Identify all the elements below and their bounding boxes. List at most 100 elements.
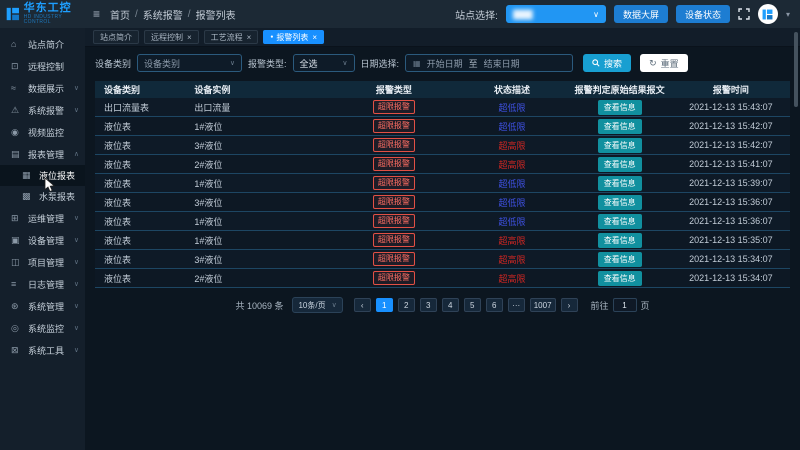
page-size-select[interactable]: 10条/页 ∨	[292, 297, 342, 313]
user-avatar[interactable]	[758, 4, 778, 24]
site-select-value: ████	[513, 10, 532, 19]
fullscreen-icon[interactable]	[738, 8, 750, 20]
goto-page-input[interactable]	[613, 298, 637, 312]
page-button-5[interactable]: 5	[464, 298, 481, 312]
close-icon[interactable]: ×	[247, 33, 252, 42]
tab-site-intro[interactable]: 站点简介	[93, 30, 139, 44]
level-report-icon: ▦	[22, 170, 35, 181]
top-bar: 华东工控 HD INDUSTRY CONTROL ≡ 首页 / 系统报警 / 报…	[0, 0, 800, 28]
active-dot-icon: ●	[270, 35, 273, 40]
sidebar-item-ops-mgmt[interactable]: ⊞ 运维管理 ∨	[0, 207, 85, 229]
device-category-select[interactable]: 设备类别 ∨	[137, 54, 242, 72]
cell-time: 2021-12-13 15:36:07	[672, 197, 790, 207]
cell-instance: 1#液位	[185, 234, 331, 247]
user-menu-caret-icon[interactable]: ▾	[786, 10, 790, 19]
breadcrumb-home[interactable]: 首页	[110, 7, 130, 22]
ellipsis-button[interactable]: ···	[508, 298, 525, 312]
status-text: 超高限	[456, 158, 567, 171]
chevron-down-icon: ∨	[593, 10, 599, 19]
table-row: 出口流量表 出口流量 超限报警 超低限 查看信息 2021-12-13 15:4…	[95, 98, 790, 117]
view-info-button[interactable]: 查看信息	[598, 157, 642, 172]
alarm-type-badge: 超限报警	[373, 138, 415, 152]
sidebar-item-label: 视频监控	[28, 126, 64, 139]
view-info-button[interactable]: 查看信息	[598, 271, 642, 286]
alarm-type-badge: 超限报警	[373, 195, 415, 209]
close-icon[interactable]: ×	[312, 33, 317, 42]
tab-remote-control[interactable]: 远程控制 ×	[144, 30, 199, 44]
filter-bar: 设备类别 设备类别 ∨ 报警类型: 全选 ∨ 日期选择: ▦ 开始日期 至 结束…	[95, 54, 790, 72]
sidebar-item-site-intro[interactable]: ⌂ 站点简介	[0, 33, 85, 55]
sidebar-item-label: 数据展示	[28, 82, 64, 95]
col-status-desc: 状态描述	[456, 83, 567, 96]
site-select-dropdown[interactable]: ████ ∨	[506, 5, 606, 23]
last-page-button[interactable]: 1007	[530, 298, 556, 312]
tab-process-flow[interactable]: 工艺流程 ×	[204, 30, 259, 44]
sidebar-item-remote-control[interactable]: ⊡ 远程控制	[0, 55, 85, 77]
sidebar-item-label: 系统管理	[28, 300, 64, 313]
view-info-button[interactable]: 查看信息	[598, 214, 642, 229]
sidebar-item-system-mgmt[interactable]: ⊛ 系统管理 ∨	[0, 295, 85, 317]
page-button-2[interactable]: 2	[398, 298, 415, 312]
view-info-button[interactable]: 查看信息	[598, 252, 642, 267]
search-button[interactable]: 搜索	[583, 54, 631, 72]
alarm-type-badge: 超限报警	[373, 119, 415, 133]
sidebar-item-data-display[interactable]: ≈ 数据展示 ∨	[0, 77, 85, 99]
cell-category: 液位表	[95, 215, 185, 228]
tools-icon: ⊠	[11, 345, 24, 356]
next-page-button[interactable]: ›	[561, 298, 578, 312]
reset-button[interactable]: ↻ 重置	[640, 54, 688, 72]
cell-time: 2021-12-13 15:39:07	[672, 178, 790, 188]
view-info-button[interactable]: 查看信息	[598, 100, 642, 115]
avatar-logo-icon	[762, 9, 773, 20]
sidebar-item-video-monitor[interactable]: ◉ 视频监控	[0, 121, 85, 143]
big-screen-button[interactable]: 数据大屏	[614, 5, 668, 23]
cell-category: 液位表	[95, 120, 185, 133]
status-text: 超低限	[456, 101, 567, 114]
pagination: 共 10069 条 10条/页 ∨ ‹ 1 2 3 4 5 6 ··· 1007…	[95, 297, 790, 313]
chevron-down-icon: ∨	[74, 214, 79, 222]
chevron-down-icon: ∨	[334, 59, 347, 67]
device-status-button[interactable]: 设备状态	[676, 5, 730, 23]
view-info-button[interactable]: 查看信息	[598, 233, 642, 248]
date-range-input[interactable]: ▦ 开始日期 至 结束日期	[405, 54, 573, 72]
sidebar-item-project-mgmt[interactable]: ◫ 项目管理 ∨	[0, 251, 85, 273]
chevron-down-icon: ∨	[222, 59, 235, 67]
device-category-value: 设备类别	[144, 57, 180, 70]
sidebar-item-label: 站点简介	[28, 38, 64, 51]
table-row: 液位表 1#液位 超限报警 超高限 查看信息 2021-12-13 15:35:…	[95, 231, 790, 250]
col-raw-message: 报警判定原始结果报文	[568, 83, 672, 96]
table-row: 液位表 3#液位 超限报警 超高限 查看信息 2021-12-13 15:42:…	[95, 136, 790, 155]
sidebar-item-label: 液位报表	[39, 169, 75, 182]
vertical-scrollbar-thumb[interactable]	[794, 32, 798, 107]
alarm-type-badge: 超限报警	[373, 100, 415, 114]
sidebar-item-log-mgmt[interactable]: ≡ 日志管理 ∨	[0, 273, 85, 295]
sidebar-collapse-icon[interactable]: ≡	[93, 7, 100, 21]
sidebar-item-level-report[interactable]: ▦ 液位报表	[0, 165, 85, 186]
report-icon: ▤	[11, 149, 24, 160]
sidebar-item-pump-report[interactable]: ▩ 水泵报表	[0, 186, 85, 207]
view-info-button[interactable]: 查看信息	[598, 119, 642, 134]
prev-page-button[interactable]: ‹	[354, 298, 371, 312]
page-button-4[interactable]: 4	[442, 298, 459, 312]
sidebar-item-device-mgmt[interactable]: ▣ 设备管理 ∨	[0, 229, 85, 251]
sidebar-item-system-monitor[interactable]: ◎ 系统监控 ∨	[0, 317, 85, 339]
page-button-1[interactable]: 1	[376, 298, 393, 312]
status-text: 超高限	[456, 253, 567, 266]
sidebar-item-system-alarm[interactable]: ⚠ 系统报警 ∨	[0, 99, 85, 121]
view-info-button[interactable]: 查看信息	[598, 176, 642, 191]
page-button-3[interactable]: 3	[420, 298, 437, 312]
page-button-6[interactable]: 6	[486, 298, 503, 312]
alarm-type-label: 报警类型:	[248, 57, 287, 70]
chevron-down-icon: ∨	[332, 301, 337, 309]
view-info-button[interactable]: 查看信息	[598, 138, 642, 153]
breadcrumb-system-alarm[interactable]: 系统报警	[143, 7, 183, 22]
chevron-down-icon: ∨	[74, 106, 79, 114]
close-icon[interactable]: ×	[187, 33, 192, 42]
view-info-button[interactable]: 查看信息	[598, 195, 642, 210]
alarm-type-select[interactable]: 全选 ∨	[293, 54, 355, 72]
gear-icon: ⊛	[11, 301, 24, 312]
tab-alarm-list[interactable]: ● 报警列表 ×	[263, 30, 324, 44]
date-end-placeholder: 结束日期	[484, 57, 520, 70]
sidebar-item-report-mgmt[interactable]: ▤ 报表管理 ∧	[0, 143, 85, 165]
sidebar-item-system-tools[interactable]: ⊠ 系统工具 ∨	[0, 339, 85, 361]
